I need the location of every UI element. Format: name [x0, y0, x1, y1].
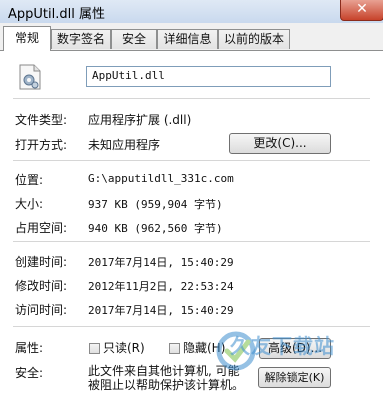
modified-value: 2012年11月2日, 22:53:24: [88, 280, 234, 293]
dll-file-icon: [19, 64, 41, 90]
created-value: 2017年7月14日, 15:40:29: [88, 256, 234, 269]
tab-general[interactable]: 常规: [3, 26, 51, 51]
opens-with-label: 打开方式:: [15, 138, 68, 152]
window-title: AppUtil.dll 属性: [8, 7, 105, 22]
readonly-checkbox[interactable]: [89, 343, 100, 354]
tab-strip: 常规 数字签名 安全 详细信息 以前的版本: [0, 23, 383, 51]
file-name-field[interactable]: AppUtil.dll: [86, 66, 331, 87]
location-value: G:\apputildll_331c.com: [88, 172, 234, 185]
security-label: 安全:: [15, 366, 44, 380]
created-label: 创建时间:: [15, 255, 68, 269]
separator: [13, 98, 370, 99]
modified-label: 修改时间:: [15, 279, 68, 293]
tab-digital-signatures[interactable]: 数字签名: [51, 29, 111, 49]
tab-previous-versions[interactable]: 以前的版本: [218, 29, 290, 49]
readonly-label[interactable]: 只读(R): [103, 339, 145, 356]
size-on-disk-label: 占用空间:: [15, 221, 68, 235]
file-type-label: 文件类型:: [15, 113, 68, 127]
change-button[interactable]: 更改(C)...: [229, 133, 331, 154]
attributes-label: 属性:: [15, 341, 44, 355]
separator: [13, 241, 370, 242]
size-label: 大小:: [15, 197, 44, 211]
title-bar: AppUtil.dll 属性 ✕: [0, 0, 383, 23]
location-label: 位置:: [15, 173, 44, 187]
tab-details[interactable]: 详细信息: [157, 29, 218, 49]
hidden-checkbox[interactable]: [169, 343, 180, 354]
close-button[interactable]: ✕: [340, 0, 383, 21]
accessed-label: 访问时间:: [15, 303, 68, 317]
file-type-value: 应用程序扩展 (.dll): [88, 113, 192, 127]
separator: [13, 160, 370, 161]
tab-security[interactable]: 安全: [111, 29, 157, 49]
size-value: 937 KB (959,904 字节): [88, 198, 223, 211]
opens-with-value: 未知应用程序: [88, 138, 161, 152]
watermark-text: 久友下载站: [230, 334, 335, 358]
size-on-disk-value: 940 KB (962,560 字节): [88, 222, 223, 235]
